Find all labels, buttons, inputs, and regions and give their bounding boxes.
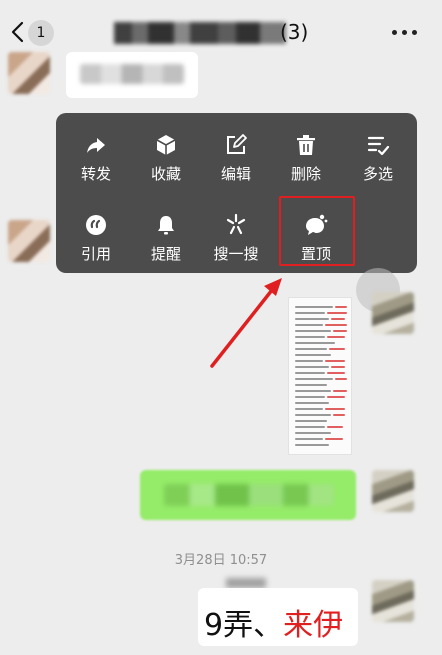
menu-label: 删除 (290, 165, 321, 183)
menu-label: 转发 (80, 165, 111, 183)
title-mosaic (114, 22, 286, 44)
quote-icon (86, 215, 106, 235)
avatar[interactable] (8, 220, 50, 262)
menu-item-search[interactable]: 搜一搜 (200, 213, 272, 273)
avatar[interactable] (372, 580, 414, 622)
member-count: (3) (280, 20, 309, 44)
menu-label: 提醒 (150, 245, 181, 263)
menu-item-edit[interactable]: 编辑 (200, 133, 272, 193)
image-message[interactable] (288, 297, 352, 455)
menu-label: 多选 (362, 165, 393, 183)
favorite-cube-icon (156, 135, 176, 155)
menu-item-delete[interactable]: 删除 (270, 133, 342, 193)
message-text-highlight: 来伊 (283, 608, 344, 643)
blurred-text (80, 64, 184, 84)
menu-label: 引用 (80, 245, 111, 263)
search-spark-icon (226, 213, 246, 235)
message-text: 9弄、来伊 (204, 600, 343, 644)
bell-icon (158, 216, 174, 235)
forward-icon (87, 138, 105, 153)
menu-item-quote[interactable]: 引用 (60, 213, 132, 273)
message-bubble-outgoing[interactable]: 9弄、来伊 (198, 588, 358, 646)
chat-title: (3) (114, 18, 314, 48)
avatar[interactable] (372, 470, 414, 512)
highlight-box (279, 196, 355, 266)
blurred-text (164, 484, 334, 506)
edit-icon (227, 134, 247, 154)
trash-icon (297, 135, 315, 155)
avatar[interactable] (372, 292, 414, 334)
menu-label: 收藏 (150, 165, 181, 183)
message-bubble[interactable] (66, 52, 198, 98)
menu-item-favorite[interactable]: 收藏 (130, 133, 202, 193)
timestamp: 3月28日 10:57 (174, 553, 268, 568)
menu-label: 编辑 (220, 165, 251, 183)
menu-item-multiselect[interactable]: 多选 (342, 133, 414, 193)
blurred-text-above (226, 578, 266, 588)
multiselect-icon (367, 136, 390, 156)
avatar[interactable] (8, 52, 50, 94)
message-text-part: 9弄、 (204, 608, 284, 643)
more-dots-icon[interactable] (392, 30, 418, 36)
unread-badge[interactable]: 1 (28, 20, 54, 46)
back-chevron-icon[interactable] (8, 20, 28, 44)
menu-item-forward[interactable]: 转发 (60, 133, 132, 193)
menu-item-remind[interactable]: 提醒 (130, 213, 202, 273)
menu-label: 搜一搜 (213, 245, 259, 263)
message-bubble-outgoing[interactable] (140, 470, 356, 520)
message-context-menu: 转发 收藏 编辑 删除 多选 引用 提醒 搜一搜 置顶 (56, 113, 417, 273)
